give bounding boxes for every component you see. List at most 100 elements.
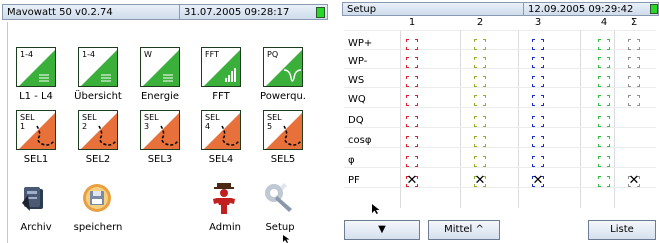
archive-computer-icon[interactable] [18, 181, 52, 215]
checkbox-cell[interactable] [532, 76, 544, 87]
tile-label: Übersicht [74, 91, 122, 102]
checkbox-cell[interactable]: ✕ [474, 173, 486, 188]
window-title: Setup [347, 4, 377, 15]
checkbox-cell[interactable] [628, 76, 640, 87]
tile-label: SEL3 [147, 154, 173, 165]
checkbox-cell[interactable] [406, 76, 418, 87]
checkbox-cell[interactable] [598, 57, 610, 68]
row-label: φ [348, 155, 355, 166]
grid-line [344, 187, 656, 188]
checkbox-cell[interactable] [474, 95, 486, 106]
mittel-button[interactable]: Mittel ^ [428, 220, 500, 240]
tile-code: SEL 1 [20, 113, 35, 131]
setup-window: Setup 12.09.2005 09:29:42 1 2 3 4 Σ WP+ WP- WS W… [342, 0, 659, 243]
checkbox-cell[interactable] [598, 76, 610, 87]
checkbox-cell[interactable] [406, 57, 418, 68]
checkbox-cell[interactable] [532, 136, 544, 147]
sel-tile-2[interactable]: SEL 2 [78, 110, 118, 150]
check-mark-icon: ✕ [532, 173, 544, 188]
row-label: WQ [348, 94, 366, 105]
admin-person-icon[interactable] [207, 181, 241, 215]
row-label: WS [348, 75, 365, 86]
app-title: Mavowatt 50 v0.2.74 [7, 7, 113, 18]
checkbox-cell[interactable] [598, 39, 610, 50]
checkbox-cell[interactable] [474, 136, 486, 147]
column-header: 2 [476, 17, 484, 28]
datetime: 12.09.2005 09:29:42 [528, 4, 634, 15]
checkbox-cell[interactable] [474, 156, 486, 167]
tile-label: SEL4 [208, 154, 234, 165]
checkbox-cell[interactable] [532, 95, 544, 106]
divider [7, 22, 8, 243]
save-disk-icon[interactable] [80, 181, 114, 215]
checkbox-cell[interactable] [406, 156, 418, 167]
checkbox-cell[interactable] [532, 57, 544, 68]
tile-3[interactable]: W [140, 47, 180, 87]
tile-label: SEL2 [85, 154, 111, 165]
checkbox-cell[interactable] [598, 136, 610, 147]
checkbox-cell[interactable] [532, 156, 544, 167]
scroll-down-button[interactable]: ▼ [344, 220, 420, 240]
grid-line [580, 30, 581, 208]
check-mark-icon: ✕ [474, 173, 486, 188]
checkbox-cell[interactable] [406, 116, 418, 127]
setup-wrench-icon[interactable] [262, 181, 296, 215]
sel-tile-1[interactable]: SEL 1 [16, 110, 56, 150]
column-header: 1 [408, 17, 416, 28]
icon-label: Admin [209, 222, 241, 233]
checkbox-cell[interactable] [598, 176, 610, 187]
title-separator [179, 5, 180, 19]
checkbox-cell[interactable] [474, 116, 486, 127]
checkbox-cell[interactable] [474, 39, 486, 50]
tile-2[interactable]: 1-4 [78, 47, 118, 87]
tile-label: Powerqu. [260, 91, 306, 102]
tile-code: SEL 5 [267, 113, 282, 131]
datetime: 31.07.2005 09:28:17 [184, 7, 290, 18]
checkbox-cell[interactable] [406, 95, 418, 106]
title-bar: Setup 12.09.2005 09:29:42 [342, 2, 659, 16]
mouse-pointer-icon [283, 235, 290, 243]
grid-line [614, 30, 615, 208]
checkbox-cell[interactable] [628, 95, 640, 106]
checkbox-cell[interactable] [598, 156, 610, 167]
battery-icon [650, 4, 658, 14]
row-label: PF [348, 175, 360, 186]
main-menu-window: Mavowatt 50 v0.2.74 31.07.2005 09:28:17 … [0, 0, 332, 243]
tile-code: W [144, 50, 152, 59]
tile-label: FFT [212, 91, 230, 102]
liste-button[interactable]: Liste [588, 220, 656, 240]
check-mark-icon: ✕ [406, 173, 418, 188]
checkbox-cell[interactable] [532, 116, 544, 127]
sel-tile-3[interactable]: SEL 3 [140, 110, 180, 150]
tile-1[interactable]: 1-4 [16, 47, 56, 87]
title-bar: Mavowatt 50 v0.2.74 31.07.2005 09:28:17 [2, 4, 328, 20]
grid-line [344, 127, 656, 128]
down-arrow-icon: ▼ [378, 224, 386, 235]
checkbox-cell[interactable] [628, 57, 640, 68]
checkbox-cell[interactable] [628, 39, 640, 50]
tile-4[interactable]: FFT [201, 47, 241, 87]
row-label: DQ [348, 115, 364, 126]
sel-tile-5[interactable]: SEL 5 [263, 110, 303, 150]
sel-tile-4[interactable]: SEL 4 [201, 110, 241, 150]
checkbox-cell[interactable]: ✕ [532, 173, 544, 188]
tile-5[interactable]: PQ [263, 47, 303, 87]
checkbox-cell[interactable] [406, 39, 418, 50]
checkbox-cell[interactable] [474, 57, 486, 68]
checkbox-cell[interactable]: ✕ [628, 173, 640, 188]
battery-icon [316, 7, 325, 18]
tile-label: SEL5 [270, 154, 296, 165]
grid-line [400, 30, 401, 208]
checkbox-cell[interactable] [406, 136, 418, 147]
checkbox-cell[interactable] [532, 39, 544, 50]
checkbox-cell[interactable] [598, 116, 610, 127]
checkbox-cell[interactable] [598, 95, 610, 106]
grid-line [518, 30, 519, 208]
tile-code: FFT [205, 50, 219, 59]
checkbox-cell[interactable] [474, 76, 486, 87]
checkbox-cell[interactable]: ✕ [406, 173, 418, 188]
tile-label: SEL1 [23, 154, 49, 165]
tile-code: SEL 3 [144, 113, 159, 131]
grid-line [460, 30, 461, 208]
tile-code: 1-4 [20, 50, 34, 59]
